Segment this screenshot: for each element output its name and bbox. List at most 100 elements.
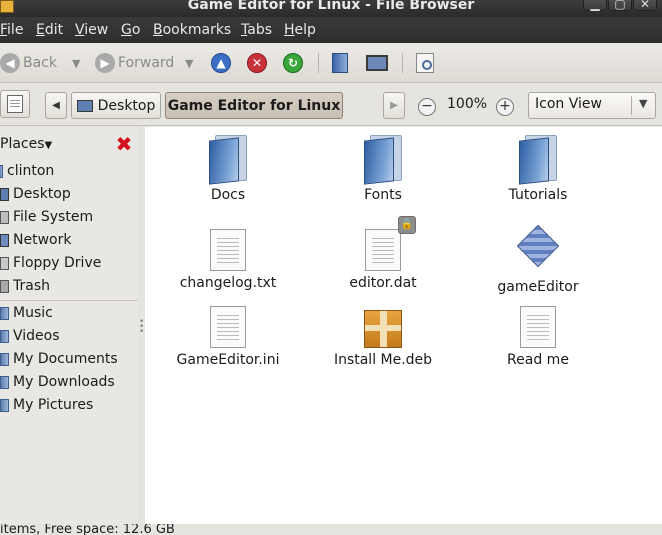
file-item-tutorials[interactable]: Tutorials bbox=[463, 135, 613, 203]
sidebar-item-floppy[interactable]: Floppy Drive bbox=[0, 252, 101, 274]
desktop-icon bbox=[0, 187, 9, 201]
toolbar-separator bbox=[402, 53, 403, 73]
menu-bookmarks[interactable]: Bookmarks bbox=[153, 22, 231, 38]
menu-tabs[interactable]: Tabs bbox=[241, 22, 272, 38]
menu-help[interactable]: Help bbox=[284, 22, 316, 38]
view-mode-select[interactable]: Icon View ▼ bbox=[528, 92, 656, 119]
forward-arrow-icon: ▶ bbox=[95, 53, 115, 73]
desktop-icon bbox=[76, 99, 93, 112]
file-name: GameEditor.ini bbox=[176, 352, 280, 368]
sidebar-item-home[interactable]: clinton bbox=[0, 160, 54, 182]
folder-icon bbox=[0, 375, 9, 389]
file-name: editor.dat bbox=[349, 275, 417, 291]
file-item-gameeditor-ini[interactable]: GameEditor.ini bbox=[153, 306, 303, 368]
status-text: items, Free space: 12.6 GB bbox=[0, 524, 175, 535]
sidebar-item-network[interactable]: Network bbox=[0, 229, 71, 251]
breadcrumb-desktop[interactable]: Desktop bbox=[71, 92, 161, 119]
file-item-docs[interactable]: Docs bbox=[153, 135, 303, 203]
sidebar-item-desktop[interactable]: Desktop bbox=[0, 183, 71, 205]
up-button[interactable]: ▲ bbox=[211, 52, 231, 74]
file-name: gameEditor bbox=[497, 279, 579, 295]
search-icon bbox=[416, 53, 434, 73]
forward-button[interactable]: ▶ Forward bbox=[95, 52, 174, 74]
title-bar: Game Editor for Linux - File Browser ▁ ▢… bbox=[0, 0, 662, 17]
menu-go[interactable]: Go bbox=[121, 22, 140, 38]
file-item-changelog[interactable]: changelog.txt bbox=[153, 229, 303, 291]
reload-icon: ↻ bbox=[283, 53, 303, 73]
computer-icon bbox=[366, 55, 388, 71]
maximize-button[interactable]: ▢ bbox=[608, 0, 632, 11]
breadcrumb-scroll-right[interactable]: ▶ bbox=[383, 92, 405, 119]
file-browser-window: Game Editor for Linux - File Browser ▁ ▢… bbox=[0, 0, 662, 535]
file-item-editor-dat[interactable]: 🔒 editor.dat bbox=[308, 216, 458, 291]
breadcrumb-label: Game Editor for Linux bbox=[167, 97, 341, 114]
back-button[interactable]: ◀ Back bbox=[0, 52, 57, 74]
back-arrow-icon: ◀ bbox=[0, 53, 20, 73]
drive-icon bbox=[0, 210, 9, 224]
zoom-out-button[interactable]: − bbox=[418, 98, 436, 116]
home-folder-icon bbox=[0, 164, 3, 178]
breadcrumb-scroll-left[interactable]: ◀ bbox=[45, 92, 67, 119]
sidebar-item-my-documents[interactable]: My Documents bbox=[0, 348, 118, 370]
sidebar-item-trash[interactable]: Trash bbox=[0, 275, 50, 297]
search-button[interactable] bbox=[416, 52, 434, 74]
chevron-down-icon: ▼ bbox=[639, 97, 648, 110]
breadcrumb-label: Desktop bbox=[97, 97, 156, 114]
file-item-install-deb[interactable]: Install Me.deb bbox=[308, 310, 458, 368]
executable-icon bbox=[463, 224, 613, 275]
file-item-gameeditor[interactable]: gameEditor bbox=[463, 224, 613, 295]
file-name: Read me bbox=[507, 352, 569, 368]
toolbar: ◀ Back ▼ ▶ Forward ▼ ▲ ✕ ↻ bbox=[0, 43, 662, 83]
file-name: Fonts bbox=[364, 187, 402, 203]
menu-view[interactable]: View bbox=[75, 22, 108, 38]
edit-location-icon bbox=[7, 95, 23, 113]
folder-icon bbox=[364, 135, 402, 185]
menu-file[interactable]: File bbox=[0, 22, 23, 38]
pane-resize-handle[interactable]: • • • bbox=[139, 318, 144, 340]
file-name: changelog.txt bbox=[179, 275, 277, 291]
zoom-in-button[interactable]: + bbox=[496, 98, 514, 116]
sidebar-item-videos[interactable]: Videos bbox=[0, 325, 60, 347]
chevron-right-icon: ▶ bbox=[390, 100, 398, 111]
status-bar: items, Free space: 12.6 GB bbox=[0, 524, 662, 535]
breadcrumb-current-folder[interactable]: Game Editor for Linux bbox=[165, 92, 343, 119]
stop-button[interactable]: ✕ bbox=[247, 52, 267, 74]
folder-icon bbox=[0, 352, 9, 366]
file-name: Tutorials bbox=[508, 187, 568, 203]
forward-label: Forward bbox=[118, 55, 175, 71]
close-sidebar-icon[interactable]: ✖ bbox=[115, 134, 133, 154]
package-icon bbox=[364, 310, 402, 348]
sidebar-item-my-downloads[interactable]: My Downloads bbox=[0, 371, 115, 393]
sidebar-pane-selector[interactable]: Places▼ bbox=[0, 136, 52, 152]
forward-history-dropdown[interactable]: ▼ bbox=[185, 52, 193, 74]
back-history-dropdown[interactable]: ▼ bbox=[72, 52, 80, 74]
home-button[interactable] bbox=[332, 52, 348, 74]
folder-icon bbox=[0, 306, 9, 320]
sidebar-divider bbox=[0, 300, 138, 301]
window-title: Game Editor for Linux - File Browser bbox=[187, 0, 475, 13]
icon-view: Docs Fonts Tutorials changelog.txt 🔒 edi… bbox=[145, 127, 662, 524]
folder-icon bbox=[209, 135, 247, 185]
stop-icon: ✕ bbox=[247, 53, 267, 73]
file-item-readme[interactable]: Read me bbox=[463, 306, 613, 368]
combo-divider bbox=[631, 96, 632, 115]
reload-button[interactable]: ↻ bbox=[283, 52, 303, 74]
zoom-level: 100% bbox=[447, 96, 488, 112]
toggle-location-button[interactable] bbox=[0, 90, 30, 118]
sidebar-item-music[interactable]: Music bbox=[0, 302, 53, 324]
computer-button[interactable] bbox=[366, 52, 388, 74]
text-file-icon: 🔒 bbox=[365, 216, 416, 271]
sidebar-item-file-system[interactable]: File System bbox=[0, 206, 93, 228]
text-file-icon bbox=[210, 306, 246, 348]
close-window-button[interactable]: ✕ bbox=[633, 0, 657, 11]
file-name: Install Me.deb bbox=[333, 352, 433, 368]
folder-icon bbox=[0, 398, 9, 412]
chevron-down-icon: ▼ bbox=[72, 56, 81, 70]
menu-edit[interactable]: Edit bbox=[36, 22, 63, 38]
sidebar-header-label: Places bbox=[0, 136, 45, 152]
file-item-fonts[interactable]: Fonts bbox=[308, 135, 458, 203]
chevron-left-icon: ◀ bbox=[52, 100, 60, 111]
minimize-button[interactable]: ▁ bbox=[583, 0, 607, 11]
folder-icon bbox=[519, 135, 557, 185]
sidebar-item-my-pictures[interactable]: My Pictures bbox=[0, 394, 93, 416]
